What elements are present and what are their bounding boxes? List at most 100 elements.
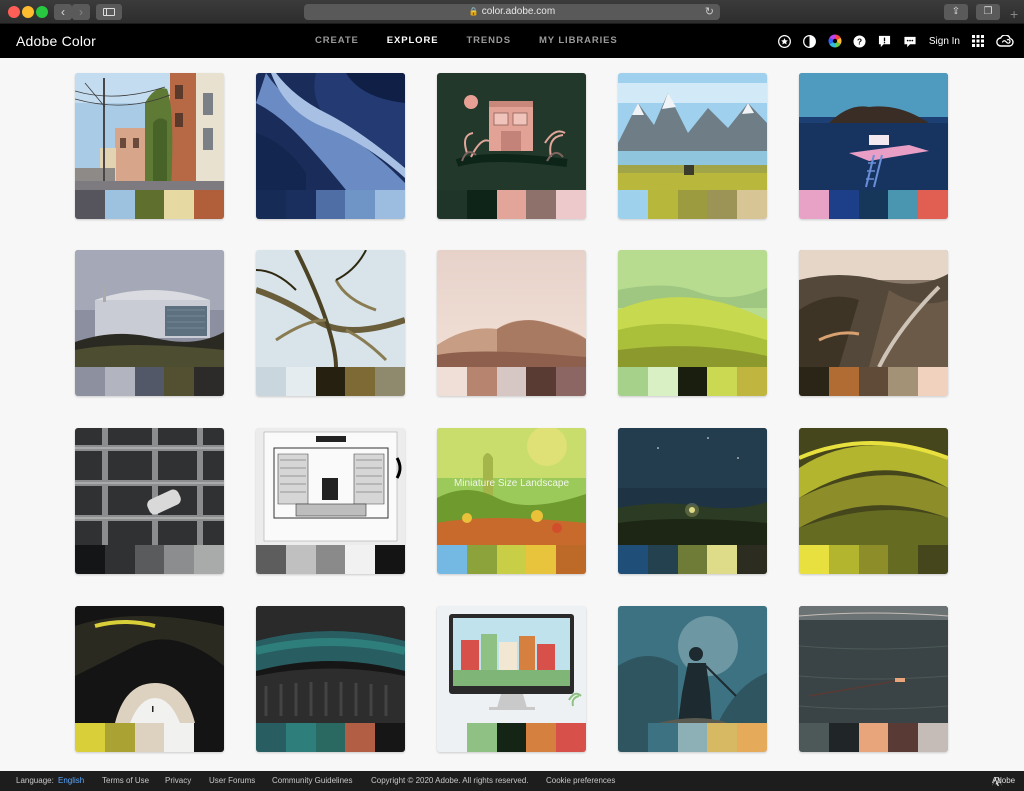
theme-card[interactable] bbox=[618, 250, 767, 396]
color-swatch[interactable] bbox=[375, 367, 405, 396]
new-tab-button[interactable]: + bbox=[1010, 7, 1018, 21]
zoom-window-button[interactable] bbox=[36, 6, 48, 18]
color-swatch[interactable] bbox=[437, 545, 467, 574]
color-swatch[interactable] bbox=[707, 723, 738, 752]
color-swatch[interactable] bbox=[256, 723, 286, 752]
color-swatch[interactable] bbox=[918, 367, 948, 396]
color-swatch[interactable] bbox=[466, 545, 497, 574]
color-swatch[interactable] bbox=[466, 723, 497, 752]
color-swatch[interactable] bbox=[104, 545, 135, 574]
color-swatch[interactable] bbox=[677, 545, 708, 574]
color-swatch[interactable] bbox=[858, 545, 889, 574]
color-swatch[interactable] bbox=[285, 367, 316, 396]
color-swatch[interactable] bbox=[345, 367, 376, 396]
theme-card[interactable] bbox=[256, 428, 405, 574]
color-swatch[interactable] bbox=[677, 367, 708, 396]
color-swatch[interactable] bbox=[858, 190, 889, 219]
theme-card[interactable] bbox=[437, 606, 586, 752]
color-swatch[interactable] bbox=[164, 723, 195, 752]
color-swatch[interactable] bbox=[828, 367, 859, 396]
color-swatch[interactable] bbox=[888, 190, 919, 219]
color-swatch[interactable] bbox=[888, 723, 919, 752]
theme-card[interactable] bbox=[75, 428, 224, 574]
creative-cloud-icon[interactable] bbox=[996, 34, 1014, 48]
color-swatch[interactable] bbox=[256, 545, 286, 574]
color-swatch[interactable] bbox=[285, 190, 316, 219]
nav-create[interactable]: CREATE bbox=[315, 24, 359, 58]
color-swatch[interactable] bbox=[466, 367, 497, 396]
theme-card[interactable] bbox=[618, 428, 767, 574]
contrast-icon[interactable] bbox=[803, 34, 817, 48]
color-swatch[interactable] bbox=[858, 367, 889, 396]
community-guidelines-link[interactable]: Community Guidelines bbox=[272, 771, 352, 791]
theme-card[interactable] bbox=[437, 73, 586, 219]
theme-card[interactable] bbox=[799, 606, 948, 752]
color-swatch[interactable] bbox=[556, 367, 586, 396]
theme-card[interactable] bbox=[618, 606, 767, 752]
theme-card[interactable] bbox=[75, 250, 224, 396]
color-swatch[interactable] bbox=[647, 545, 678, 574]
back-button[interactable]: ‹ bbox=[54, 4, 72, 20]
color-swatch[interactable] bbox=[164, 190, 195, 219]
chat-icon[interactable] bbox=[903, 34, 917, 48]
color-swatch[interactable] bbox=[164, 367, 195, 396]
theme-card[interactable] bbox=[618, 73, 767, 219]
color-swatch[interactable] bbox=[375, 723, 405, 752]
color-swatch[interactable] bbox=[134, 367, 165, 396]
color-swatch[interactable] bbox=[828, 190, 859, 219]
theme-card[interactable] bbox=[75, 73, 224, 219]
color-swatch[interactable] bbox=[799, 190, 829, 219]
language-selector[interactable]: English bbox=[58, 771, 84, 791]
apps-grid-icon[interactable] bbox=[971, 34, 985, 48]
adobe-logo[interactable]: Adobe bbox=[992, 771, 1015, 791]
forward-button[interactable]: › bbox=[72, 4, 90, 20]
color-swatch[interactable] bbox=[256, 190, 286, 219]
color-swatch[interactable] bbox=[707, 190, 738, 219]
theme-card[interactable]: Miniature Size Landscape bbox=[437, 428, 586, 574]
color-swatch[interactable] bbox=[526, 367, 557, 396]
user-forums-link[interactable]: User Forums bbox=[209, 771, 255, 791]
color-swatch[interactable] bbox=[285, 723, 316, 752]
color-swatch[interactable] bbox=[345, 545, 376, 574]
theme-card[interactable] bbox=[256, 250, 405, 396]
address-bar[interactable]: 🔒 color.adobe.com ↻ bbox=[304, 4, 720, 20]
color-swatch[interactable] bbox=[194, 367, 224, 396]
nav-trends[interactable]: TRENDS bbox=[466, 24, 510, 58]
color-swatch[interactable] bbox=[918, 723, 948, 752]
color-swatch[interactable] bbox=[345, 723, 376, 752]
feedback-icon[interactable] bbox=[878, 34, 892, 48]
color-swatch[interactable] bbox=[375, 190, 405, 219]
color-swatch[interactable] bbox=[799, 723, 829, 752]
color-swatch[interactable] bbox=[315, 545, 346, 574]
color-swatch[interactable] bbox=[737, 545, 767, 574]
color-swatch[interactable] bbox=[315, 723, 346, 752]
color-wheel-icon[interactable] bbox=[828, 34, 842, 48]
color-swatch[interactable] bbox=[526, 190, 557, 219]
color-swatch[interactable] bbox=[918, 190, 948, 219]
color-swatch[interactable] bbox=[104, 367, 135, 396]
color-swatch[interactable] bbox=[75, 545, 105, 574]
theme-card[interactable] bbox=[437, 250, 586, 396]
color-swatch[interactable] bbox=[647, 190, 678, 219]
color-swatch[interactable] bbox=[556, 723, 586, 752]
color-swatch[interactable] bbox=[75, 367, 105, 396]
color-swatch[interactable] bbox=[134, 545, 165, 574]
close-window-button[interactable] bbox=[8, 6, 20, 18]
color-swatch[interactable] bbox=[888, 367, 919, 396]
color-swatch[interactable] bbox=[737, 190, 767, 219]
color-swatch[interactable] bbox=[496, 367, 527, 396]
color-swatch[interactable] bbox=[437, 190, 467, 219]
color-swatch[interactable] bbox=[134, 723, 165, 752]
color-swatch[interactable] bbox=[677, 190, 708, 219]
color-swatch[interactable] bbox=[194, 723, 224, 752]
color-swatch[interactable] bbox=[496, 723, 527, 752]
theme-card[interactable] bbox=[256, 606, 405, 752]
color-swatch[interactable] bbox=[315, 367, 346, 396]
color-swatch[interactable] bbox=[737, 367, 767, 396]
theme-card[interactable] bbox=[799, 250, 948, 396]
color-swatch[interactable] bbox=[828, 545, 859, 574]
nav-explore[interactable]: EXPLORE bbox=[387, 24, 439, 58]
color-swatch[interactable] bbox=[737, 723, 767, 752]
color-swatch[interactable] bbox=[345, 190, 376, 219]
star-icon[interactable] bbox=[778, 34, 792, 48]
